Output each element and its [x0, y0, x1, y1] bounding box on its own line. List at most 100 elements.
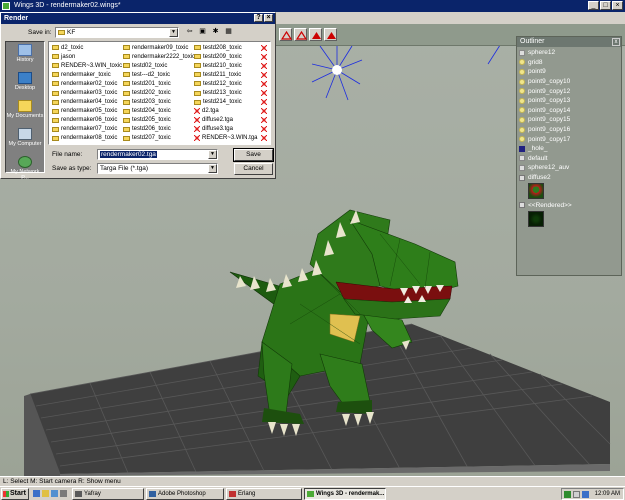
chevron-down-icon[interactable]: ▼ — [208, 150, 217, 159]
outliner-item[interactable]: point9_copy17 — [519, 134, 621, 144]
file-item-partial[interactable] — [261, 116, 270, 125]
dialog-close-button[interactable]: × — [264, 14, 273, 22]
file-item[interactable]: testd203_toxic — [123, 98, 195, 107]
file-item[interactable]: testd207_toxic — [123, 134, 195, 143]
chevron-down-icon[interactable]: ▼ — [169, 28, 178, 37]
task-photoshop[interactable]: Adobe Photoshop — [146, 488, 224, 500]
ie-icon[interactable] — [33, 490, 40, 497]
file-item[interactable]: rendermaker_toxic — [52, 70, 122, 79]
outliner-item[interactable]: sphere12_auv — [519, 163, 621, 173]
file-item[interactable]: testd211_toxic — [194, 70, 258, 79]
file-item-partial[interactable] — [261, 61, 270, 70]
edge-mode-button[interactable] — [294, 28, 307, 41]
places-history[interactable]: History — [6, 44, 44, 70]
rendered-thumbnail[interactable] — [528, 210, 544, 227]
file-name-input[interactable]: rendermaker02.tga ▼ — [97, 149, 218, 160]
network-tray-icon[interactable] — [564, 491, 571, 498]
outliner-item[interactable]: <<Rendered>> — [519, 200, 621, 210]
outliner-item[interactable]: point9_copy12 — [519, 86, 621, 96]
places-desktop[interactable]: Desktop — [6, 72, 44, 98]
file-item[interactable]: testd212_toxic — [194, 79, 258, 88]
file-item[interactable]: test---d2_toxic — [123, 70, 195, 79]
file-item[interactable]: rendermaker05_toxic — [52, 107, 122, 116]
close-button[interactable]: × — [612, 1, 623, 10]
start-button[interactable]: Start — [1, 488, 29, 500]
outliner-item[interactable]: point9_copy14 — [519, 106, 621, 116]
file-item[interactable]: rendermaker2222_toxic — [123, 52, 195, 61]
file-item-partial[interactable] — [261, 125, 270, 134]
file-list[interactable]: d2_toxic jason RENDER~3.WIN_toxic rendermak… — [48, 41, 271, 145]
file-item[interactable]: rendermaker04_toxic — [52, 98, 122, 107]
file-item-partial[interactable] — [261, 43, 270, 52]
file-item-partial[interactable] — [261, 52, 270, 61]
file-item[interactable]: testd206_toxic — [123, 125, 195, 134]
maximize-button[interactable]: □ — [600, 1, 611, 10]
file-item[interactable]: diffuse3.tga — [194, 125, 258, 134]
explorer-icon[interactable] — [60, 490, 67, 497]
outlook-icon[interactable] — [51, 490, 58, 497]
outliner-item[interactable]: point9_copy10 — [519, 77, 621, 87]
file-item-partial[interactable] — [261, 134, 270, 143]
volume-tray-icon[interactable] — [573, 491, 580, 498]
file-item-partial[interactable] — [261, 98, 270, 107]
file-item-partial[interactable] — [261, 79, 270, 88]
diffuse-thumbnail[interactable] — [528, 183, 544, 200]
file-item[interactable]: testd205_toxic — [123, 116, 195, 125]
show-desktop-icon[interactable] — [42, 490, 49, 497]
view-menu-button[interactable]: ▦ — [223, 26, 234, 37]
file-item[interactable]: testd213_toxic — [194, 88, 258, 97]
places-network[interactable]: My Network P... — [6, 156, 44, 182]
face-mode-button[interactable] — [309, 28, 322, 41]
save-type-select[interactable]: Targa File (*.tga) ▼ — [97, 163, 218, 174]
places-my-documents[interactable]: My Documents — [6, 100, 44, 126]
outliner-item[interactable]: sphere12 — [519, 48, 621, 58]
file-item[interactable]: d2.tga — [194, 107, 258, 116]
outliner-item[interactable]: point9 — [519, 67, 621, 77]
outliner-item[interactable]: point9_copy13 — [519, 96, 621, 106]
chevron-down-icon[interactable]: ▼ — [208, 164, 217, 173]
outliner-item[interactable]: grid8 — [519, 58, 621, 68]
file-item[interactable]: d2_toxic — [52, 43, 122, 52]
back-button[interactable]: ⇦ — [184, 26, 195, 37]
new-folder-button[interactable]: ✱ — [210, 26, 221, 37]
file-item[interactable]: RENDER~3.WIN.tga — [194, 134, 258, 143]
file-item[interactable]: testd210_toxic — [194, 61, 258, 70]
file-item[interactable]: rendermaker09_toxic — [123, 43, 195, 52]
file-item[interactable]: rendermaker02_toxic — [52, 79, 122, 88]
file-item[interactable]: RENDER~3.WIN_toxic — [52, 61, 122, 70]
up-folder-button[interactable]: ▣ — [197, 26, 208, 37]
file-item[interactable]: rendermaker06_toxic — [52, 116, 122, 125]
save-button[interactable]: Save — [233, 148, 274, 162]
file-item[interactable]: testd204_toxic — [123, 107, 195, 116]
outliner-item[interactable]: point9_copy16 — [519, 125, 621, 135]
task-erlang[interactable]: Erlang — [226, 488, 302, 500]
file-item[interactable]: rendermaker03_toxic — [52, 88, 122, 97]
file-item-partial[interactable] — [261, 88, 270, 97]
outliner-item[interactable]: default — [519, 154, 621, 164]
body-mode-button[interactable] — [324, 28, 337, 41]
places-my-computer[interactable]: My Computer — [6, 128, 44, 154]
help-button[interactable]: ? — [254, 14, 263, 22]
file-item[interactable]: testd208_toxic — [194, 43, 258, 52]
file-item[interactable]: testd02_toxic — [123, 61, 195, 70]
file-item[interactable]: testd209_toxic — [194, 52, 258, 61]
save-in-dropdown[interactable]: KF ▼ — [55, 27, 179, 38]
tray-app-icon[interactable] — [582, 491, 589, 498]
outliner-item[interactable]: _hole_ — [519, 144, 621, 154]
file-item[interactable]: testd201_toxic — [123, 79, 195, 88]
file-item[interactable]: rendermaker08_toxic — [52, 134, 122, 143]
file-item[interactable]: testd214_toxic — [194, 98, 258, 107]
outliner-item[interactable]: diffuse2 — [519, 173, 621, 183]
task-yafray[interactable]: Yafray — [72, 488, 144, 500]
file-item-partial[interactable] — [261, 70, 270, 79]
outliner-close-button[interactable]: x — [612, 38, 620, 46]
task-wings3d[interactable]: Wings 3D - rendermak... — [304, 488, 386, 500]
outliner-item[interactable]: point9_copy15 — [519, 115, 621, 125]
file-item[interactable]: jason — [52, 52, 122, 61]
vertex-mode-button[interactable] — [279, 28, 292, 41]
file-item-partial[interactable] — [261, 107, 270, 116]
file-item[interactable]: testd202_toxic — [123, 88, 195, 97]
file-item[interactable]: rendermaker07_toxic — [52, 125, 122, 134]
file-item[interactable]: diffuse2.tga — [194, 116, 258, 125]
minimize-button[interactable]: _ — [588, 1, 599, 10]
